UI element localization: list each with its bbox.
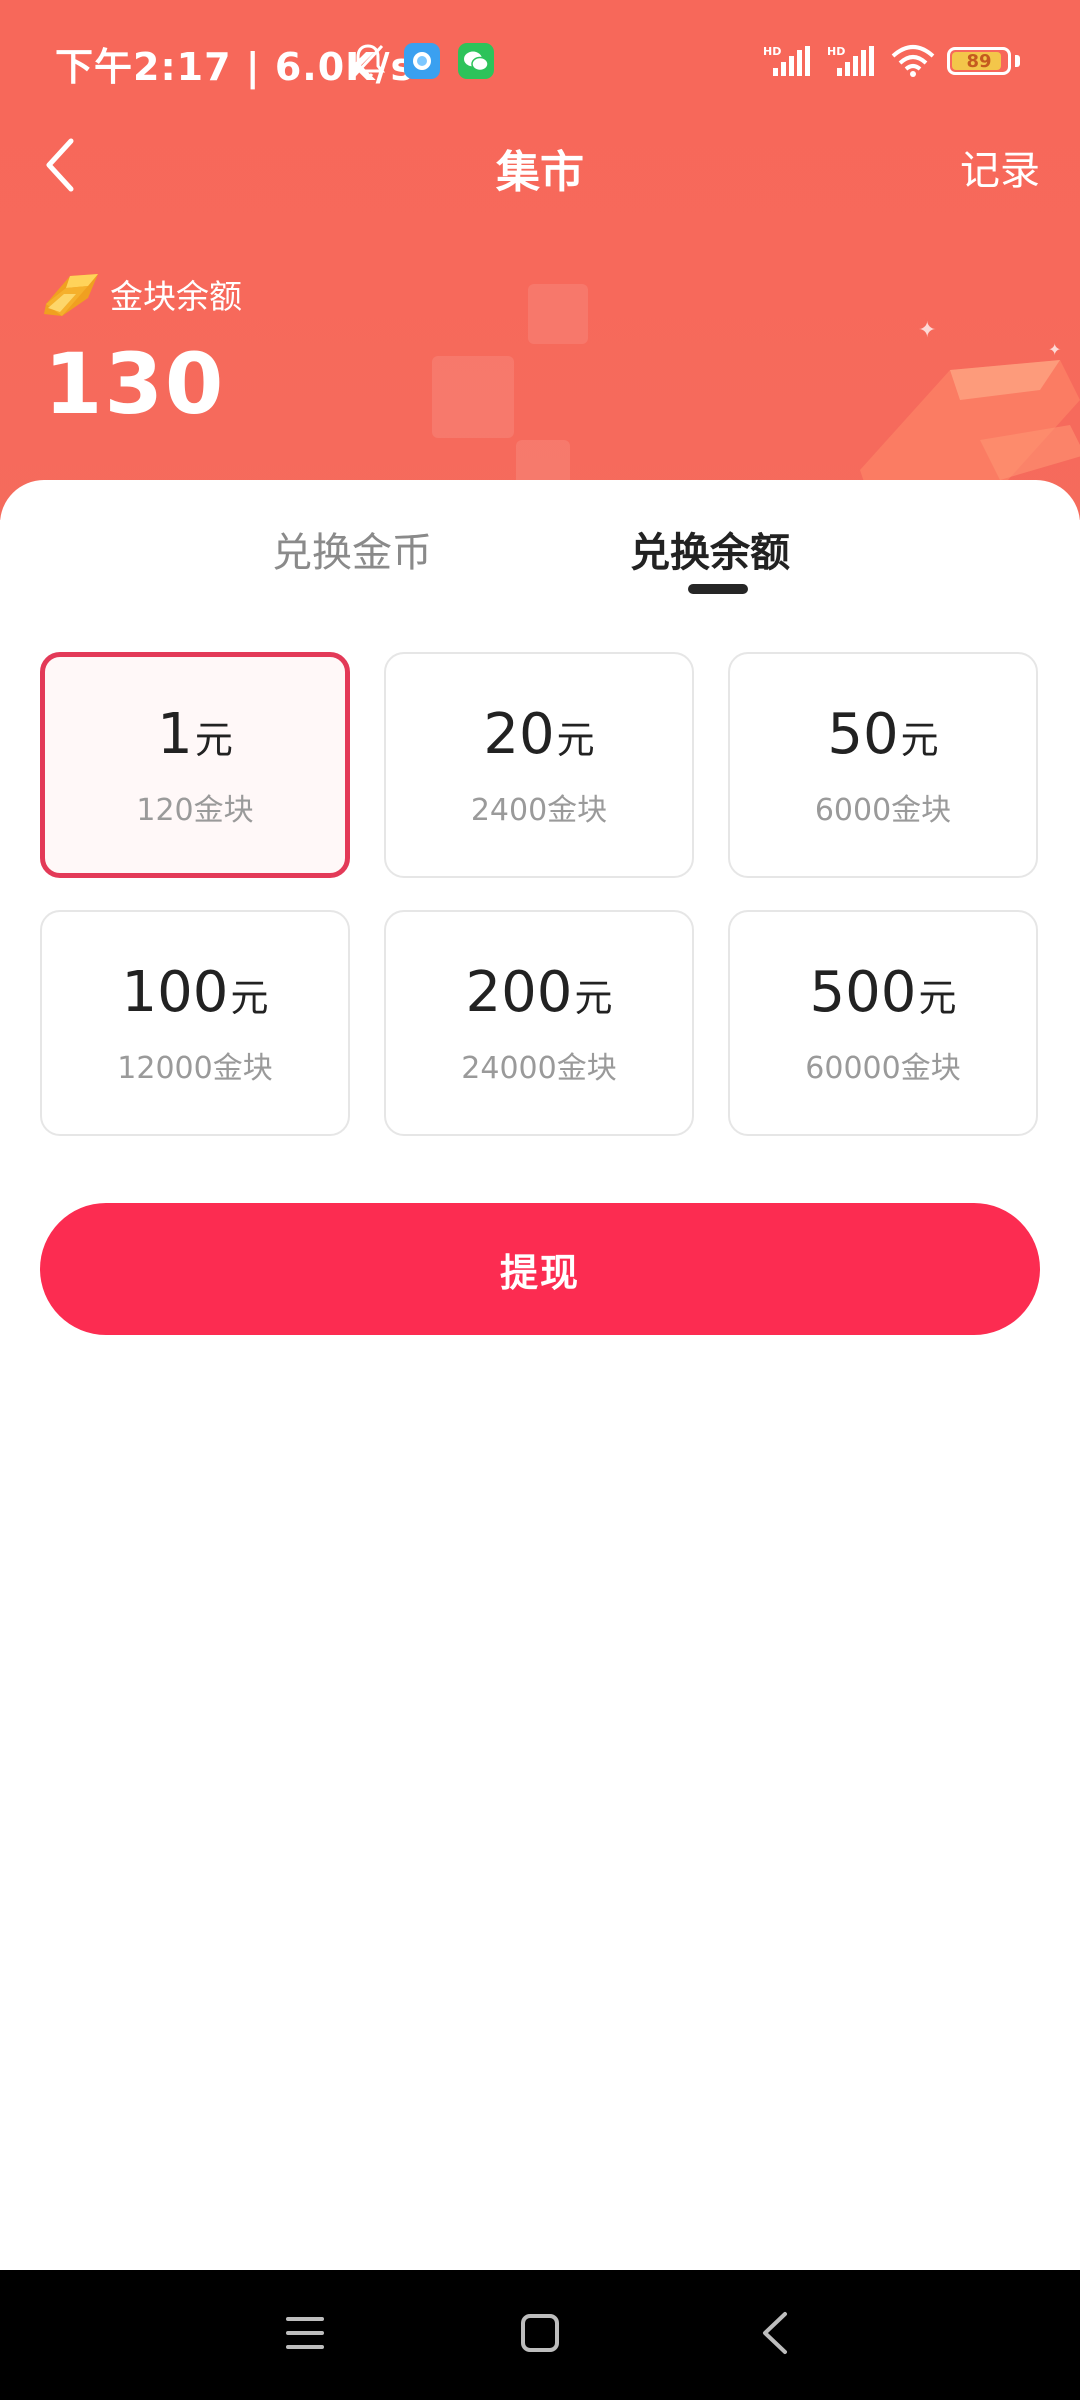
header-banner: ✦ ✦ 下午2:17 | 6.0K/s HD HD 89 集市 记录 金块余额 … xyxy=(0,0,1080,520)
amount-value: 200 xyxy=(465,959,573,1025)
amount-option-20[interactable]: 20 元 2400金块 xyxy=(384,652,694,878)
amount-option-200[interactable]: 200 元 24000金块 xyxy=(384,910,694,1136)
amount-option-1[interactable]: 1 元 120金块 xyxy=(40,652,350,878)
option-amount: 100 元 xyxy=(122,960,269,1025)
gold-bars-decoration-icon xyxy=(860,360,1080,500)
amount-option-500[interactable]: 500 元 60000金块 xyxy=(728,910,1038,1136)
balance-value: 130 xyxy=(44,335,226,433)
home-button[interactable] xyxy=(505,2298,575,2368)
menu-icon xyxy=(286,2317,324,2349)
exchange-card: 兑换金币 兑换余额 1 元 120金块 20 元 2400金块 50 元 600… xyxy=(0,480,1080,2270)
withdraw-button[interactable]: 提现 xyxy=(40,1203,1040,1335)
amount-value: 50 xyxy=(827,701,899,767)
home-square-icon xyxy=(521,2314,559,2352)
balance-label: 金块余额 xyxy=(110,277,242,316)
wifi-icon xyxy=(891,45,935,77)
status-bar: 下午2:17 | 6.0K/s HD HD 89 xyxy=(0,0,1080,130)
back-triangle-icon xyxy=(763,2312,787,2354)
signal-hd-icon: HD xyxy=(827,45,874,76)
option-cost: 60000金块 xyxy=(805,1050,961,1086)
amount-unit: 元 xyxy=(194,717,233,762)
option-amount: 50 元 xyxy=(827,702,938,767)
bell-muted-icon xyxy=(350,44,386,78)
amount-value: 1 xyxy=(157,701,193,767)
page-title: 集市 xyxy=(496,147,584,198)
notification-icons xyxy=(350,42,494,80)
record-link[interactable]: 记录 xyxy=(960,138,1040,196)
amount-options-grid: 1 元 120金块 20 元 2400金块 50 元 6000金块 100 元 … xyxy=(40,652,1040,1136)
tab-exchange-gold[interactable]: 兑换金币 xyxy=(272,520,432,578)
battery-tip xyxy=(1015,55,1020,67)
amount-value: 100 xyxy=(121,959,229,1025)
amount-option-100[interactable]: 100 元 12000金块 xyxy=(40,910,350,1136)
amount-unit: 元 xyxy=(900,717,939,762)
decor-square xyxy=(528,284,588,344)
option-cost: 120金块 xyxy=(136,792,254,828)
amount-unit: 元 xyxy=(556,717,595,762)
decor-square xyxy=(432,356,514,438)
option-amount: 200 元 xyxy=(466,960,613,1025)
system-back-button[interactable] xyxy=(740,2298,810,2368)
tab-bar: 兑换金币 兑换余额 xyxy=(0,520,1080,630)
battery-icon: 89 xyxy=(947,47,1011,75)
signal-hd-icon: HD xyxy=(763,45,810,76)
gold-bar-icon xyxy=(44,274,98,316)
svg-text:HD: HD xyxy=(827,45,845,58)
option-amount: 1 元 xyxy=(157,702,233,767)
amount-unit: 元 xyxy=(574,975,613,1020)
amount-unit: 元 xyxy=(918,975,957,1020)
browser-app-icon xyxy=(404,43,440,79)
amount-value: 20 xyxy=(483,701,555,767)
balance-label-row: 金块余额 xyxy=(42,268,242,320)
system-navigation-bar xyxy=(0,2270,1080,2400)
amount-option-50[interactable]: 50 元 6000金块 xyxy=(728,652,1038,878)
amount-value: 500 xyxy=(809,959,917,1025)
svg-text:HD: HD xyxy=(763,45,781,58)
option-amount: 20 元 xyxy=(483,702,594,767)
option-cost: 12000金块 xyxy=(117,1050,273,1086)
wechat-icon xyxy=(458,43,494,79)
option-amount: 500 元 xyxy=(810,960,957,1025)
tab-active-indicator xyxy=(688,584,748,594)
option-cost: 2400金块 xyxy=(470,792,608,828)
amount-unit: 元 xyxy=(230,975,269,1020)
recent-apps-button[interactable] xyxy=(270,2298,340,2368)
option-cost: 24000金块 xyxy=(461,1050,617,1086)
battery-level: 89 xyxy=(966,50,992,72)
status-right-icons: HD HD 89 xyxy=(763,44,1020,78)
option-cost: 6000金块 xyxy=(814,792,952,828)
tab-exchange-balance[interactable]: 兑换余额 xyxy=(630,520,790,578)
